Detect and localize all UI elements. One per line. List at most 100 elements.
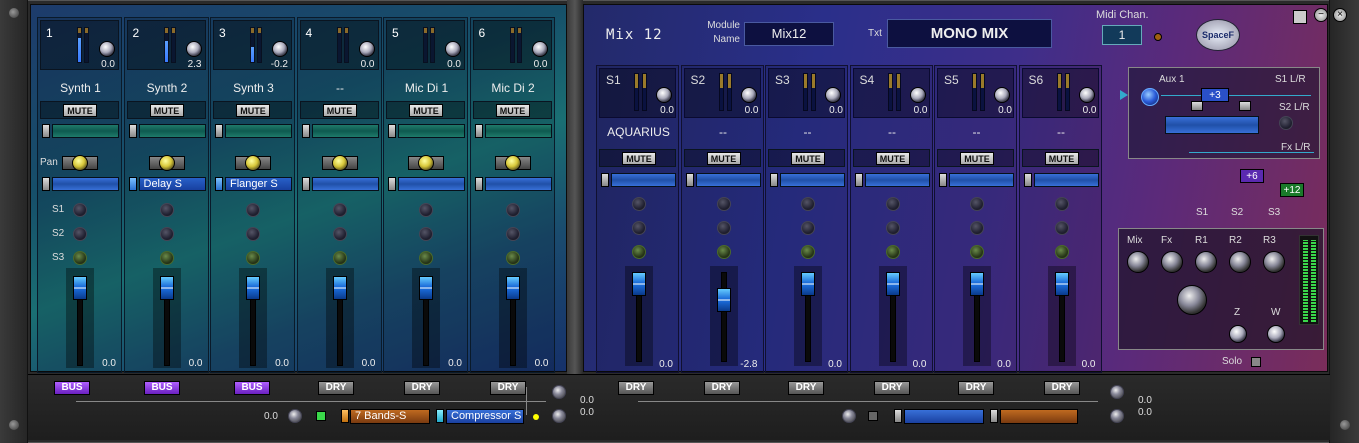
volume-fader[interactable] bbox=[332, 276, 347, 300]
insert-switch[interactable] bbox=[601, 173, 609, 187]
send-knob-2[interactable] bbox=[970, 221, 984, 235]
send-knob-3[interactable] bbox=[1054, 245, 1069, 259]
insert2-switch[interactable] bbox=[128, 177, 137, 191]
gain-knob[interactable] bbox=[656, 87, 672, 103]
midi-channel-select[interactable]: 1 bbox=[1102, 25, 1142, 45]
send-s3-knob[interactable] bbox=[246, 251, 260, 265]
volume-fader[interactable] bbox=[1054, 272, 1069, 296]
fx-chain-enable[interactable] bbox=[316, 411, 326, 421]
mute-button[interactable]: MUTE bbox=[875, 152, 910, 165]
insert1-slot[interactable] bbox=[311, 124, 379, 138]
insert2-switch[interactable] bbox=[42, 177, 50, 191]
volume-fader[interactable] bbox=[419, 276, 433, 300]
insert-switch[interactable] bbox=[1023, 173, 1032, 187]
send-knob-3[interactable] bbox=[801, 245, 815, 259]
send-knob-2[interactable] bbox=[801, 221, 815, 235]
send-s2-knob[interactable] bbox=[73, 227, 87, 241]
left-out-knob-1[interactable] bbox=[552, 385, 566, 399]
send-knob-1[interactable] bbox=[1054, 197, 1069, 211]
insert-switch[interactable] bbox=[939, 173, 947, 187]
pan-knob[interactable] bbox=[504, 155, 521, 171]
pan-knob[interactable] bbox=[245, 155, 261, 171]
send-s2-knob[interactable] bbox=[159, 227, 174, 241]
send-s1-knob[interactable] bbox=[419, 203, 433, 217]
send-s2-knob[interactable] bbox=[332, 227, 347, 241]
gain-knob[interactable] bbox=[994, 87, 1010, 103]
insert2-slot[interactable] bbox=[52, 177, 119, 191]
insert1-slot[interactable] bbox=[52, 124, 119, 138]
module-name-field[interactable]: Mix12 bbox=[744, 22, 834, 46]
volume-fader[interactable] bbox=[505, 276, 520, 300]
insert2-switch[interactable] bbox=[215, 177, 223, 191]
bus-button[interactable]: BUS bbox=[54, 381, 90, 395]
insert1-switch[interactable] bbox=[474, 124, 483, 138]
gain-knob[interactable] bbox=[909, 87, 926, 103]
send-s1-knob[interactable] bbox=[246, 203, 260, 217]
right-fx-slot-1[interactable] bbox=[904, 409, 984, 424]
pan-knob[interactable] bbox=[331, 155, 348, 171]
send-s2-knob[interactable] bbox=[246, 227, 260, 241]
gain-knob[interactable] bbox=[740, 87, 757, 103]
left-return-knob[interactable] bbox=[288, 409, 302, 423]
insert1-slot[interactable] bbox=[138, 124, 206, 138]
right-return-knob[interactable] bbox=[842, 409, 856, 423]
dry-button[interactable]: DRY bbox=[490, 381, 526, 395]
insert2-switch[interactable] bbox=[301, 177, 310, 191]
mute-button[interactable]: MUTE bbox=[322, 104, 357, 117]
insert-slot[interactable] bbox=[780, 173, 845, 187]
insert2-slot[interactable] bbox=[484, 177, 552, 191]
volume-fader[interactable] bbox=[801, 272, 815, 296]
send-s3-knob[interactable] bbox=[419, 251, 433, 265]
insert2-switch[interactable] bbox=[388, 177, 396, 191]
gain-knob[interactable] bbox=[445, 41, 461, 57]
mute-button[interactable]: MUTE bbox=[495, 104, 530, 117]
insert2-slot[interactable] bbox=[398, 177, 465, 191]
send-knob-2[interactable] bbox=[632, 221, 646, 235]
send-knob-2[interactable] bbox=[716, 221, 731, 235]
pan-knob[interactable] bbox=[158, 155, 175, 171]
dry-button[interactable]: DRY bbox=[404, 381, 440, 395]
insert-switch[interactable] bbox=[685, 173, 694, 187]
solo-button[interactable] bbox=[1251, 357, 1261, 367]
insert-slot[interactable] bbox=[611, 173, 676, 187]
mute-button[interactable]: MUTE bbox=[63, 104, 97, 117]
insert-slot[interactable] bbox=[1033, 173, 1099, 187]
insert1-switch[interactable] bbox=[388, 124, 396, 138]
aux-fx-slot[interactable] bbox=[1165, 116, 1259, 134]
dry-button[interactable]: DRY bbox=[1044, 381, 1080, 395]
aux-switch-2[interactable] bbox=[1239, 101, 1251, 111]
w-knob[interactable] bbox=[1267, 325, 1285, 343]
insert1-slot[interactable] bbox=[225, 124, 292, 138]
aux-knob[interactable] bbox=[1141, 88, 1159, 106]
send-knob-3[interactable] bbox=[716, 245, 731, 259]
menu-icon[interactable] bbox=[1293, 10, 1307, 24]
right-fx-slot-2[interactable] bbox=[1000, 409, 1078, 424]
volume-fader[interactable] bbox=[970, 272, 984, 296]
return-fx-knob[interactable] bbox=[1161, 251, 1183, 273]
insert-switch[interactable] bbox=[770, 173, 778, 187]
send-s2-knob[interactable] bbox=[419, 227, 433, 241]
dry-button[interactable]: DRY bbox=[958, 381, 994, 395]
gain-knob[interactable] bbox=[531, 41, 548, 57]
z-knob[interactable] bbox=[1229, 325, 1247, 343]
insert1-switch[interactable] bbox=[215, 124, 223, 138]
right-slot2-switch[interactable] bbox=[990, 409, 998, 423]
dry-button[interactable]: DRY bbox=[704, 381, 740, 395]
right-out-knob-2[interactable] bbox=[1110, 409, 1124, 423]
send-knob-3[interactable] bbox=[970, 245, 984, 259]
volume-fader[interactable] bbox=[73, 276, 87, 300]
dry-button[interactable]: DRY bbox=[318, 381, 354, 395]
insert2-slot[interactable] bbox=[311, 177, 379, 191]
mute-button[interactable]: MUTE bbox=[236, 104, 270, 117]
dry-button[interactable]: DRY bbox=[618, 381, 654, 395]
gain-knob[interactable] bbox=[185, 41, 202, 57]
mute-button[interactable]: MUTE bbox=[706, 152, 741, 165]
send-s1-knob[interactable] bbox=[332, 203, 347, 217]
s2-send-knob[interactable] bbox=[1279, 116, 1293, 130]
gain-knob[interactable] bbox=[825, 87, 841, 103]
gain-knob[interactable] bbox=[272, 41, 288, 57]
volume-fader[interactable] bbox=[885, 272, 900, 296]
return-mix-knob[interactable] bbox=[1127, 251, 1149, 273]
send-s3-knob[interactable] bbox=[505, 251, 520, 265]
send-knob-1[interactable] bbox=[801, 197, 815, 211]
